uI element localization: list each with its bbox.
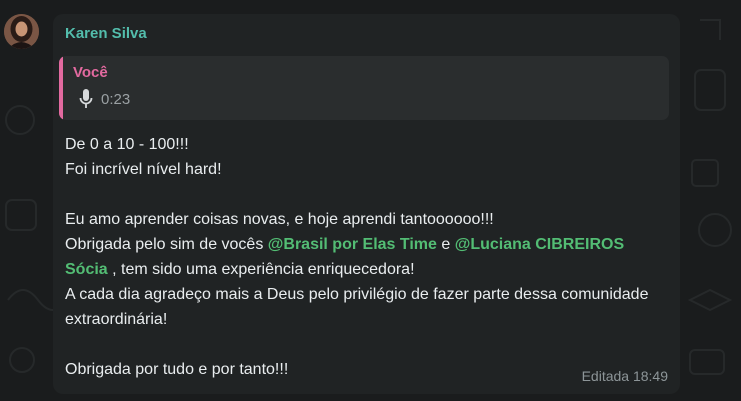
avatar-photo [4, 14, 39, 49]
text-segment: Obrigada pelo sim de vocês [65, 236, 268, 253]
voice-duration: 0:23 [101, 91, 131, 108]
mention-link-brasil-por-elas[interactable]: @Brasil por Elas Time [268, 236, 437, 253]
text-line: Eu amo aprender coisas novas, e hoje apr… [65, 211, 494, 228]
sender-avatar[interactable] [4, 14, 39, 49]
microphone-icon [79, 89, 93, 108]
text-line: De 0 a 10 - 100!!! [65, 136, 189, 153]
text-segment: e [436, 236, 455, 253]
text-line: Obrigada por tudo e por tanto!!! [65, 361, 289, 378]
quoted-reply[interactable]: Você 0:23 [59, 56, 669, 120]
sender-name[interactable]: Karen Silva [65, 25, 147, 42]
message-bubble[interactable]: Karen Silva Você 0:23 De 0 a 10 - 100!!!… [53, 14, 680, 394]
message-text: De 0 a 10 - 100!!! Foi incrível nível ha… [65, 132, 665, 382]
reply-author: Você [73, 64, 108, 81]
reply-accent-bar [59, 56, 63, 120]
message-status-time: Editada 18:49 [581, 368, 668, 384]
text-line: A cada dia agradeço mais a Deus pelo pri… [65, 286, 653, 328]
text-line: Foi incrível nível hard! [65, 161, 222, 178]
text-segment: , tem sido uma experiência enriquecedora… [107, 261, 415, 278]
